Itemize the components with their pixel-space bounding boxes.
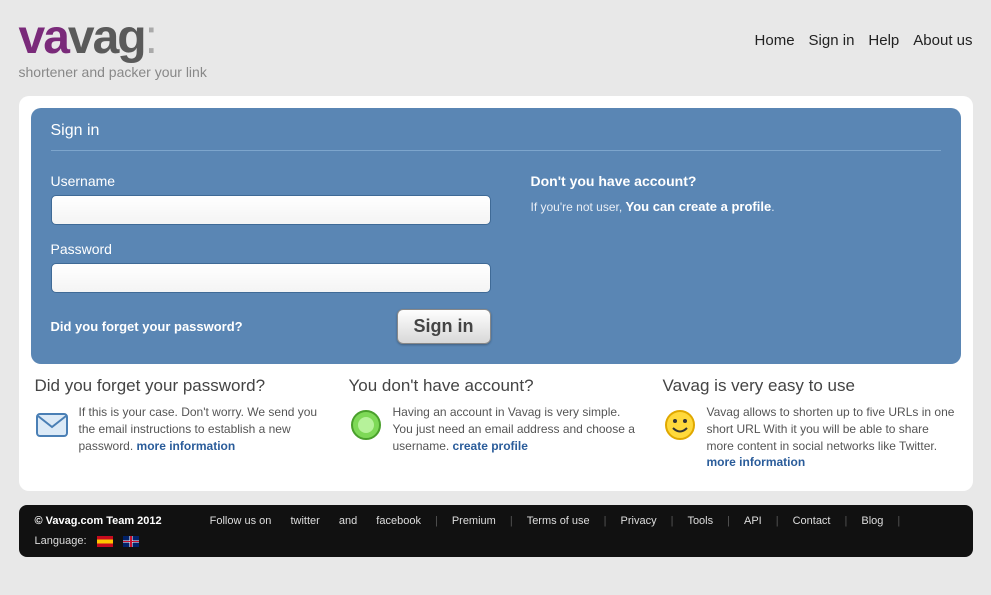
password-label: Password xyxy=(51,241,491,257)
tagline: shortener and packer your link xyxy=(19,64,207,80)
info-forgot-title: Did you forget your password? xyxy=(35,376,329,396)
nav-home[interactable]: Home xyxy=(755,32,795,49)
logo[interactable]: vavag: xyxy=(19,14,207,62)
mail-icon xyxy=(35,408,69,442)
footer-and: and xyxy=(339,515,357,527)
separator: | xyxy=(510,515,513,527)
lang-es-link[interactable] xyxy=(95,535,113,547)
separator: | xyxy=(897,515,900,527)
separator: | xyxy=(435,515,438,527)
flag-es-icon xyxy=(97,536,113,547)
footer-privacy-link[interactable]: Privacy xyxy=(621,515,657,527)
footer-language-label: Language: xyxy=(35,535,87,547)
signin-title: Sign in xyxy=(51,122,941,151)
footer-premium-link[interactable]: Premium xyxy=(452,515,496,527)
flag-en-icon xyxy=(123,536,139,547)
separator: | xyxy=(727,515,730,527)
footer-tools-link[interactable]: Tools xyxy=(687,515,713,527)
logo-block: vavag: shortener and packer your link xyxy=(19,14,207,80)
separator: | xyxy=(671,515,674,527)
create-profile-link[interactable]: create profile xyxy=(453,439,528,453)
info-easy-title: Vavag is very easy to use xyxy=(663,376,957,396)
info-col-easy: Vavag is very easy to use Vavag allows t… xyxy=(663,376,957,471)
signin-box: Sign in Username Password Did you forget… xyxy=(31,108,961,364)
info-row: Did you forget your password? If this is… xyxy=(31,376,961,479)
footer-contact-link[interactable]: Contact xyxy=(793,515,831,527)
info-forgot-text: If this is your case. Don't worry. We se… xyxy=(79,404,329,454)
create-profile-link-top[interactable]: You can create a profile xyxy=(626,199,772,214)
main-nav: Home Sign in Help About us xyxy=(755,14,973,49)
logo-part1: va xyxy=(19,11,68,64)
info-noaccount-title: You don't have account? xyxy=(349,376,643,396)
main-card: Sign in Username Password Did you forget… xyxy=(19,96,973,491)
info-easy-text: Vavag allows to shorten up to five URLs … xyxy=(707,404,957,471)
footer-facebook-link[interactable]: facebook xyxy=(376,515,421,527)
info-col-forgot: Did you forget your password? If this is… xyxy=(35,376,329,471)
noaccount-text: If you're not user, You can create a pro… xyxy=(531,199,941,214)
lang-en-link[interactable] xyxy=(121,535,139,547)
logo-colon: : xyxy=(145,11,156,64)
logo-part2: vag xyxy=(68,11,145,64)
more-info-forgot-link[interactable]: more information xyxy=(137,439,236,453)
nav-signin[interactable]: Sign in xyxy=(809,32,855,49)
footer-twitter-link[interactable]: twitter xyxy=(290,515,319,527)
signin-button[interactable]: Sign in xyxy=(397,309,491,344)
username-input[interactable] xyxy=(51,195,491,225)
footer-blog-link[interactable]: Blog xyxy=(861,515,883,527)
noaccount-title: Don't you have account? xyxy=(531,173,941,189)
footer: © Vavag.com Team 2012 Follow us on twitt… xyxy=(19,505,973,557)
footer-follow: Follow us on xyxy=(210,515,272,527)
separator: | xyxy=(845,515,848,527)
nav-about[interactable]: About us xyxy=(913,32,972,49)
noaccount-suffix: . xyxy=(771,200,774,214)
username-label: Username xyxy=(51,173,491,189)
password-input[interactable] xyxy=(51,263,491,293)
separator: | xyxy=(604,515,607,527)
more-info-easy-link[interactable]: more information xyxy=(707,455,806,469)
footer-copy: © Vavag.com Team 2012 xyxy=(35,515,162,527)
smiley-icon xyxy=(663,408,697,442)
separator: | xyxy=(776,515,779,527)
info-noaccount-text: Having an account in Vavag is very simpl… xyxy=(393,404,643,454)
circle-icon xyxy=(349,408,383,442)
noaccount-prefix: If you're not user, xyxy=(531,200,626,214)
forgot-password-link[interactable]: Did you forget your password? xyxy=(51,319,243,334)
info-col-noaccount: You don't have account? Having an accoun… xyxy=(349,376,643,471)
nav-help[interactable]: Help xyxy=(868,32,899,49)
footer-terms-link[interactable]: Terms of use xyxy=(527,515,590,527)
footer-api-link[interactable]: API xyxy=(744,515,762,527)
